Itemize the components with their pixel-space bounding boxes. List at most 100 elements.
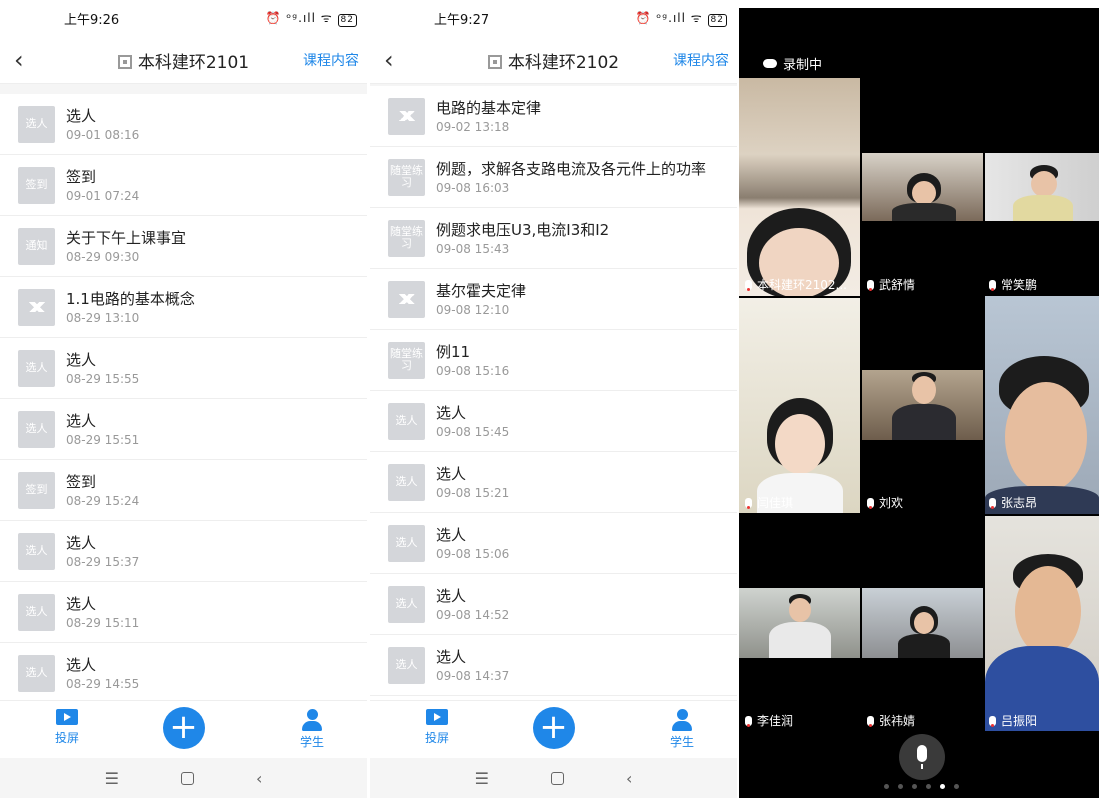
video-tile[interactable] bbox=[985, 296, 1099, 514]
participant-label: 闫佳琪 bbox=[745, 494, 793, 511]
participant-label: 吕振阳 bbox=[989, 712, 1037, 729]
video-tile[interactable] bbox=[739, 78, 860, 296]
item-title: 选人 bbox=[66, 107, 97, 125]
list-item[interactable]: 选人 选人 08-29 14:55 bbox=[0, 643, 367, 700]
microphone-icon bbox=[867, 716, 874, 727]
item-date: 09-08 15:21 bbox=[436, 486, 510, 500]
list-item[interactable]: 选人 选人 08-29 15:51 bbox=[0, 399, 367, 460]
screenshot-collage: 上午9:26 ⏰ ᵒᵍ.ıll ᯤ 82 ‹ 本科建环2101 课程内容 选人选… bbox=[0, 0, 1099, 798]
screen-cast-icon bbox=[426, 709, 448, 725]
pick-student-badge: 选人 bbox=[388, 402, 425, 440]
item-title: 选人 bbox=[436, 648, 467, 666]
list-item[interactable]: 通知 关于下午上课事宜 08-29 09:30 bbox=[0, 216, 367, 277]
list-item[interactable]: 选人 选人 09-08 14:37 bbox=[370, 635, 737, 696]
check-in-badge: 签到 bbox=[18, 471, 55, 509]
course-content-link[interactable]: 课程内容 bbox=[673, 50, 729, 70]
add-activity-button[interactable]: + bbox=[162, 707, 205, 749]
menu-icon[interactable]: ☰ bbox=[475, 769, 489, 788]
bottom-toolbar: 投屏 + 学生 bbox=[0, 700, 367, 758]
back-arrow-icon[interactable]: ‹ bbox=[384, 46, 394, 74]
battery-icon: 82 bbox=[707, 14, 727, 27]
list-item[interactable]: 选人 选人 09-01 08:16 bbox=[0, 94, 367, 155]
list-item[interactable]: 选人 选人 09-08 15:21 bbox=[370, 452, 737, 513]
video-tile[interactable] bbox=[739, 588, 860, 658]
back-arrow-icon[interactable]: ‹ bbox=[14, 46, 24, 74]
home-icon[interactable] bbox=[550, 771, 564, 785]
item-date: 08-29 09:30 bbox=[66, 250, 140, 264]
status-time: 上午9:27 bbox=[434, 12, 490, 28]
system-nav-bar: ☰ ‹ bbox=[0, 758, 367, 798]
phone-course-2102: 上午9:27 ⏰ ᵒᵍ.ıll ᯤ 82 ‹ 本科建环2102 课程内容 电路的… bbox=[370, 0, 737, 798]
list-item[interactable]: 随堂练习 例11 09-08 15:16 bbox=[370, 330, 737, 391]
qr-code-icon bbox=[117, 55, 132, 69]
status-icons: ⏰ ᵒᵍ.ıll ᯤ 82 bbox=[266, 9, 357, 27]
screen-cast-tab[interactable]: 投屏 bbox=[42, 709, 92, 746]
video-tile[interactable] bbox=[862, 588, 983, 658]
nav-bar: ‹ 本科建环2102 课程内容 bbox=[370, 36, 737, 84]
microphone-icon bbox=[745, 498, 752, 509]
pick-student-badge: 选人 bbox=[18, 105, 55, 143]
activity-list: 电路的基本定律 09-02 13:18 随堂练习 例题，求解各支路电流及各元件上的功… bbox=[370, 86, 737, 700]
status-time: 上午9:26 bbox=[64, 12, 120, 28]
list-item[interactable]: 选人 选人 09-08 15:06 bbox=[370, 513, 737, 574]
exercise-badge: 随堂练习 bbox=[388, 341, 425, 379]
item-title: 关于下午上课事宜 bbox=[66, 229, 187, 247]
list-item[interactable]: 随堂练习 例题，求解各支路电流及各元件上的功率 09-08 16:03 bbox=[370, 147, 737, 208]
item-date: 09-08 15:06 bbox=[436, 547, 510, 561]
participant-label: 李佳润 bbox=[745, 712, 793, 729]
list-item[interactable]: 基尔霍夫定律 09-08 12:10 bbox=[370, 269, 737, 330]
microphone-icon bbox=[989, 716, 996, 727]
menu-icon[interactable]: ☰ bbox=[105, 769, 119, 788]
list-item[interactable]: 签到 签到 08-29 15:24 bbox=[0, 460, 367, 521]
list-item[interactable]: 电路的基本定律 09-02 13:18 bbox=[370, 86, 737, 147]
courseware-icon bbox=[388, 280, 425, 318]
item-title: 基尔霍夫定律 bbox=[436, 282, 527, 300]
students-tab[interactable]: 学生 bbox=[287, 709, 337, 750]
system-back-icon[interactable]: ‹ bbox=[626, 769, 632, 788]
list-item[interactable]: 随堂练习 例题求电压U3,电流I3和I2 09-08 15:43 bbox=[370, 208, 737, 269]
microphone-toggle-button[interactable] bbox=[899, 734, 945, 780]
item-date: 09-01 08:16 bbox=[66, 128, 140, 142]
item-title: 选人 bbox=[436, 465, 467, 483]
pick-student-badge: 选人 bbox=[18, 410, 55, 448]
item-date: 09-08 15:16 bbox=[436, 364, 510, 378]
microphone-icon bbox=[989, 498, 996, 509]
student-icon bbox=[671, 709, 693, 731]
check-in-badge: 签到 bbox=[18, 166, 55, 204]
item-date: 08-29 15:11 bbox=[66, 616, 140, 630]
participant-label: 常笑鹏 bbox=[989, 276, 1037, 293]
list-item[interactable]: 1.1电路的基本概念 08-29 13:10 bbox=[0, 277, 367, 338]
home-icon[interactable] bbox=[180, 771, 194, 785]
item-date: 09-01 07:24 bbox=[66, 189, 140, 203]
item-title: 选人 bbox=[436, 526, 467, 544]
microphone-icon bbox=[989, 280, 996, 291]
screen-cast-tab[interactable]: 投屏 bbox=[412, 709, 462, 746]
page-indicator bbox=[884, 784, 959, 789]
video-tile[interactable] bbox=[985, 516, 1099, 731]
course-content-link[interactable]: 课程内容 bbox=[303, 50, 359, 70]
list-item[interactable]: 选人 选人 08-29 15:55 bbox=[0, 338, 367, 399]
bottom-toolbar: 投屏 + 学生 bbox=[370, 700, 737, 758]
pick-student-badge: 选人 bbox=[388, 524, 425, 562]
status-bar: 上午9:27 ⏰ ᵒᵍ.ıll ᯤ 82 bbox=[370, 0, 737, 36]
list-item[interactable]: 选人 选人 09-08 15:45 bbox=[370, 391, 737, 452]
list-item[interactable]: 选人 选人 09-08 14:52 bbox=[370, 574, 737, 635]
battery-icon: 82 bbox=[337, 14, 357, 27]
pick-student-badge: 选人 bbox=[388, 646, 425, 684]
video-tile[interactable] bbox=[862, 370, 983, 440]
qr-code-icon bbox=[487, 55, 502, 69]
student-icon bbox=[301, 709, 323, 731]
students-tab[interactable]: 学生 bbox=[657, 709, 707, 750]
add-activity-button[interactable]: + bbox=[532, 707, 575, 749]
video-tile[interactable] bbox=[739, 298, 860, 513]
video-tile[interactable] bbox=[862, 153, 983, 221]
participant-label: 刘欢 bbox=[867, 494, 903, 511]
list-item[interactable]: 选人 选人 08-29 15:11 bbox=[0, 582, 367, 643]
item-title: 选人 bbox=[436, 587, 467, 605]
list-item[interactable]: 签到 签到 09-01 07:24 bbox=[0, 155, 367, 216]
system-back-icon[interactable]: ‹ bbox=[256, 769, 262, 788]
video-tile[interactable] bbox=[985, 153, 1099, 221]
list-item[interactable]: 选人 选人 08-29 15:37 bbox=[0, 521, 367, 582]
item-date: 08-29 13:10 bbox=[66, 311, 140, 325]
participant-label: 张志昂 bbox=[989, 494, 1037, 511]
